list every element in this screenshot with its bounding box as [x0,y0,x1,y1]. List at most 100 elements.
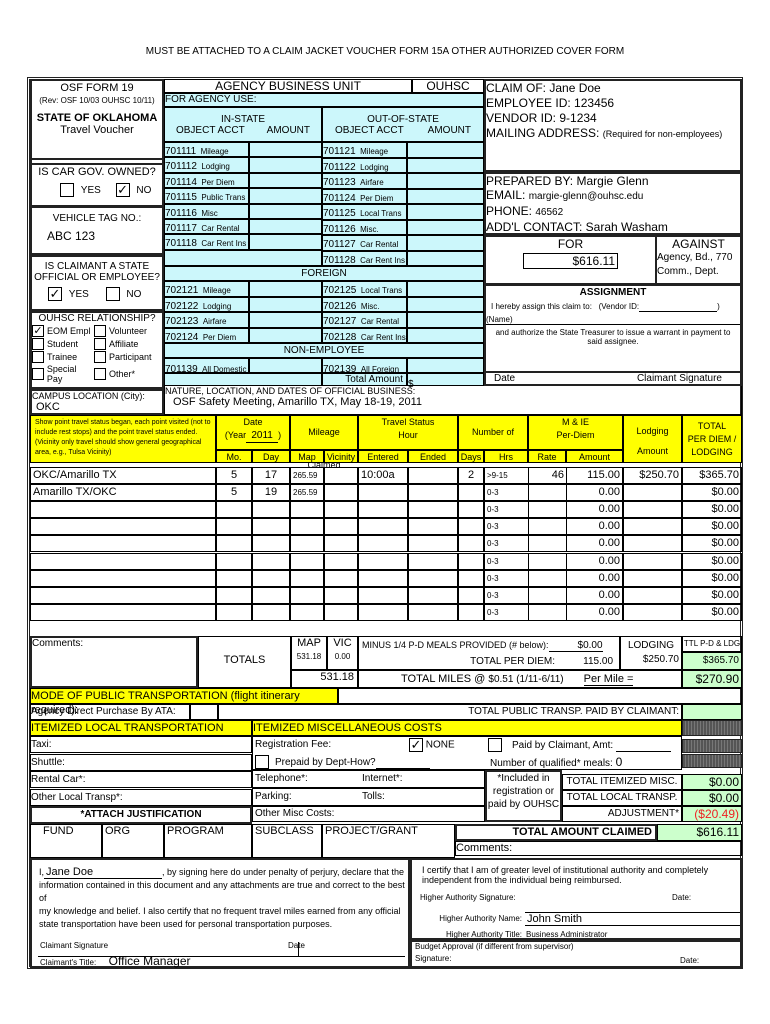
travel-cell-map[interactable] [290,501,324,519]
car-gov-yes-checkbox[interactable] [60,183,74,197]
relationship-checkbox[interactable] [94,325,106,337]
travel-cell-day[interactable] [252,501,290,519]
travel-cell-hrs[interactable]: 0-3 [484,552,528,570]
acct-amount-field[interactable] [407,312,484,328]
acct-amount-field[interactable] [407,157,484,173]
acct-amount-field[interactable] [249,296,322,312]
state-official-no-checkbox[interactable] [105,287,120,301]
for-amount[interactable]: $616.11 [523,253,618,269]
authority-title-value[interactable]: Business Administrator [526,930,607,939]
travel-cell-ended[interactable] [408,586,458,604]
acct-amount-field[interactable] [249,203,322,219]
qualified-meals-value[interactable]: 0 [615,755,664,770]
relationship-checkbox[interactable] [94,351,106,363]
travel-cell-days[interactable] [458,518,484,536]
acct-amount-field[interactable] [407,327,484,343]
travel-cell-hrs[interactable]: 0-3 [484,501,528,519]
paid-claimant-amount[interactable] [615,740,671,752]
acct-amount-field[interactable] [407,296,484,312]
travel-cell-map[interactable] [290,586,324,604]
acct-amount-field[interactable] [249,157,322,173]
travel-cell-location[interactable] [30,586,216,604]
travel-cell-lodging[interactable] [623,518,682,536]
travel-cell-hrs[interactable]: 0-3 [484,603,528,621]
public-transport-total-field[interactable] [682,704,742,720]
acct-amount-field[interactable] [249,142,322,158]
acct-amount-field[interactable] [249,312,322,328]
travel-cell-entered[interactable] [358,518,408,536]
travel-cell-days[interactable] [458,586,484,604]
travel-cell-location[interactable] [30,552,216,570]
acct-701139-amount[interactable] [249,358,322,373]
travel-cell-rate[interactable] [528,586,566,604]
travel-cell-days[interactable] [458,569,484,587]
travel-cell-days[interactable] [458,603,484,621]
acct-amount-field[interactable] [249,172,322,189]
budget-signature-field[interactable]: Signature: [415,954,451,963]
authority-name-value[interactable]: John Smith [525,912,740,926]
travel-cell-map[interactable] [290,552,324,570]
travel-cell-day[interactable] [252,603,290,621]
travel-cell-map[interactable]: 265.59 [290,484,324,502]
travel-cell-hrs[interactable]: 0-3 [484,569,528,587]
travel-cell-vicinity[interactable] [324,552,358,570]
funding-col-subclass[interactable]: SUBCLASS [252,824,322,858]
travel-cell-entered[interactable] [358,569,408,587]
funding-col-program[interactable]: PROGRAM [164,824,252,858]
travel-cell-lodging[interactable] [623,501,682,519]
travel-cell-hrs[interactable]: 0-3 [484,518,528,536]
travel-cell-ended[interactable] [408,518,458,536]
travel-cell-day[interactable]: 19 [252,484,290,502]
prepared-by-value[interactable]: Margie Glenn [576,174,648,188]
acct-amount-field[interactable] [407,281,484,297]
travel-cell-day[interactable] [252,535,290,553]
contact-value[interactable]: Sarah Washam [586,220,668,234]
prepaid-how-field[interactable] [375,757,430,769]
acct-702139-amount[interactable] [407,358,484,373]
travel-cell-vicinity[interactable] [324,467,358,484]
acct-amount-field[interactable] [249,327,322,343]
campus-value[interactable]: OKC [32,401,162,413]
travel-cell-rate[interactable]: 46 [528,467,566,484]
travel-cell-lodging[interactable] [623,535,682,553]
travel-cell-ended[interactable] [408,569,458,587]
business-value[interactable]: OSF Safety Meeting, Amarillo TX, May 18-… [165,396,741,408]
claimant-title-value[interactable]: Office Manager [109,954,191,968]
travel-cell-mo[interactable] [216,603,252,621]
travel-cell-vicinity[interactable] [324,603,358,621]
travel-cell-day[interactable] [252,552,290,570]
travel-cell-day[interactable]: 17 [252,467,290,484]
funding-col-org[interactable]: ORG [102,824,164,858]
travel-cell-rate[interactable] [528,535,566,553]
relationship-checkbox[interactable] [94,368,106,380]
travel-cell-days[interactable] [458,501,484,519]
assign-name-field[interactable]: (Name) [486,315,740,325]
assign-signature[interactable]: Claimant Signature [637,373,722,384]
acct-amount-field[interactable] [407,235,484,251]
none-checkbox[interactable]: ✓ [409,738,423,752]
public-transport-mode-field[interactable] [338,688,742,704]
travel-cell-hrs[interactable]: 0-3 [484,586,528,604]
acct-amount-field[interactable] [249,188,322,204]
travel-cell-vicinity[interactable] [324,484,358,502]
local-transport-row[interactable]: Shuttle: [30,753,252,771]
relationship-checkbox[interactable] [32,338,44,350]
acct-amount-field[interactable] [407,142,484,158]
travel-cell-days[interactable]: 2 [458,467,484,484]
funding-comments[interactable]: Comments: [455,841,742,856]
funding-col-project-grant[interactable]: PROJECT/GRANT [322,824,455,858]
prepaid-checkbox[interactable] [255,755,269,769]
travel-cell-vicinity[interactable] [324,518,358,536]
acct-amount-field[interactable] [407,173,484,189]
acct-amount-field[interactable] [249,219,322,235]
travel-cell-lodging[interactable]: $250.70 [623,467,682,484]
travel-cell-location[interactable] [30,603,216,621]
travel-cell-days[interactable] [458,484,484,502]
travel-cell-map[interactable]: 265.59 [290,467,324,484]
car-gov-no-checkbox[interactable]: ✓ [115,183,130,197]
travel-cell-vicinity[interactable] [324,569,358,587]
travel-cell-lodging[interactable] [623,586,682,604]
vendor-id-value[interactable]: 9-1234 [559,111,596,125]
travel-cell-ended[interactable] [408,467,458,484]
travel-cell-ended[interactable] [408,552,458,570]
